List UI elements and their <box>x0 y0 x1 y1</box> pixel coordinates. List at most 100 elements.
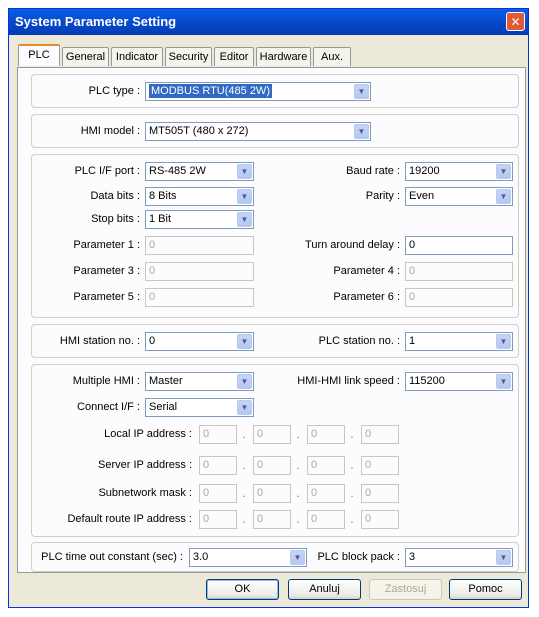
chevron-down-icon[interactable]: ▼ <box>237 374 252 389</box>
ip-dot: . <box>242 513 246 526</box>
subnet-octet-4[interactable]: 0 <box>361 484 399 503</box>
system-parameter-window: System Parameter Setting ✕ PLC General I… <box>8 8 529 608</box>
block-pack-label: PLC block pack : <box>317 551 400 563</box>
hmi-model-value: MT505T (480 x 272) <box>149 125 249 137</box>
chevron-down-icon[interactable]: ▼ <box>496 164 511 179</box>
ip-dot: . <box>242 459 246 472</box>
block-pack-select[interactable]: 3 ▼ <box>405 548 513 567</box>
baud-rate-select[interactable]: 19200 ▼ <box>405 162 513 181</box>
parameter1-input[interactable]: 0 <box>145 236 254 255</box>
stop-bits-label: Stop bits : <box>91 213 140 225</box>
subnet-octet-2[interactable]: 0 <box>253 484 291 503</box>
ip-dot: . <box>296 487 300 500</box>
connect-if-label: Connect I/F : <box>77 401 140 413</box>
local-ip-octet-2[interactable]: 0 <box>253 425 291 444</box>
plc-if-port-select[interactable]: RS-485 2W ▼ <box>145 162 254 181</box>
chevron-down-icon[interactable]: ▼ <box>496 550 511 565</box>
help-button[interactable]: Pomoc <box>449 579 522 600</box>
hmi-station-select[interactable]: 0 ▼ <box>145 332 254 351</box>
local-ip-octet-4[interactable]: 0 <box>361 425 399 444</box>
parameter4-input[interactable]: 0 <box>405 262 513 281</box>
parameter1-label: Parameter 1 : <box>73 239 140 251</box>
plc-type-select[interactable]: MODBUS RTU(485 2W) ▼ <box>145 82 371 101</box>
connect-if-value: Serial <box>149 401 178 413</box>
plc-if-port-label: PLC I/F port : <box>74 165 140 177</box>
data-bits-label: Data bits : <box>90 190 140 202</box>
subnet-octet-1[interactable]: 0 <box>199 484 237 503</box>
chevron-down-icon[interactable]: ▼ <box>237 400 252 415</box>
baud-rate-value: 19200 <box>409 165 440 177</box>
chevron-down-icon[interactable]: ▼ <box>290 550 305 565</box>
chevron-down-icon[interactable]: ▼ <box>237 189 252 204</box>
route-ip-octet-4[interactable]: 0 <box>361 510 399 529</box>
timeout-value: 3.0 <box>193 551 209 563</box>
link-speed-label: HMI-HMI link speed : <box>297 375 400 387</box>
tab-aux[interactable]: Aux. <box>313 47 351 66</box>
apply-button[interactable]: Zastosuj <box>369 579 442 600</box>
server-ip-octet-1[interactable]: 0 <box>199 456 237 475</box>
route-ip-octet-2[interactable]: 0 <box>253 510 291 529</box>
timeout-group: PLC time out constant (sec) : 3.0 ▼ PLC … <box>31 542 519 572</box>
ip-dot: . <box>242 487 246 500</box>
link-speed-select[interactable]: 115200 ▼ <box>405 372 513 391</box>
multiple-hmi-value: Master <box>149 375 183 387</box>
subnet-label: Subnetwork mask : <box>98 487 192 499</box>
chevron-down-icon[interactable]: ▼ <box>354 84 369 99</box>
chevron-down-icon[interactable]: ▼ <box>237 334 252 349</box>
tab-hardware[interactable]: Hardware <box>256 47 311 66</box>
parameter5-input[interactable]: 0 <box>145 288 254 307</box>
cancel-button[interactable]: Anuluj <box>288 579 361 600</box>
route-ip-octet-3[interactable]: 0 <box>307 510 345 529</box>
chevron-down-icon[interactable]: ▼ <box>496 334 511 349</box>
plc-type-group: PLC type : MODBUS RTU(485 2W) ▼ <box>31 74 519 108</box>
hmi-model-group: HMI model : MT505T (480 x 272) ▼ <box>31 114 519 148</box>
parity-value: Even <box>409 190 435 202</box>
tab-plc[interactable]: PLC <box>18 44 60 66</box>
chevron-down-icon[interactable]: ▼ <box>496 189 511 204</box>
ip-dot: . <box>350 428 354 441</box>
data-bits-select[interactable]: 8 Bits ▼ <box>145 187 254 206</box>
station-group: HMI station no. : 0 ▼ PLC station no. : … <box>31 324 519 358</box>
route-ip-octet-1[interactable]: 0 <box>199 510 237 529</box>
timeout-select[interactable]: 3.0 ▼ <box>189 548 307 567</box>
turn-around-delay-input[interactable]: 0 <box>405 236 513 255</box>
turn-around-delay-label: Turn around delay : <box>305 239 400 251</box>
parameter6-label: Parameter 6 : <box>333 291 400 303</box>
close-icon[interactable]: ✕ <box>506 12 525 31</box>
stop-bits-select[interactable]: 1 Bit ▼ <box>145 210 254 229</box>
chevron-down-icon[interactable]: ▼ <box>354 124 369 139</box>
local-ip-octet-3[interactable]: 0 <box>307 425 345 444</box>
tab-editor[interactable]: Editor <box>214 47 254 66</box>
local-ip-octet-1[interactable]: 0 <box>199 425 237 444</box>
server-ip-octet-3[interactable]: 0 <box>307 456 345 475</box>
multiple-hmi-select[interactable]: Master ▼ <box>145 372 254 391</box>
parameter6-input[interactable]: 0 <box>405 288 513 307</box>
server-ip-octet-4[interactable]: 0 <box>361 456 399 475</box>
ip-dot: . <box>350 487 354 500</box>
title-bar[interactable]: System Parameter Setting ✕ <box>9 9 528 35</box>
tab-security[interactable]: Security <box>165 47 212 66</box>
subnet-octet-3[interactable]: 0 <box>307 484 345 503</box>
baud-rate-label: Baud rate : <box>346 165 400 177</box>
ok-button[interactable]: OK <box>206 579 279 600</box>
parameter4-label: Parameter 4 : <box>333 265 400 277</box>
communication-group: PLC I/F port : RS-485 2W ▼ Baud rate : 1… <box>31 154 519 318</box>
tab-indicator[interactable]: Indicator <box>111 47 163 66</box>
chevron-down-icon[interactable]: ▼ <box>496 374 511 389</box>
tab-general[interactable]: General <box>62 47 109 66</box>
local-ip-label: Local IP address : <box>104 428 192 440</box>
connect-if-select[interactable]: Serial ▼ <box>145 398 254 417</box>
ip-dot: . <box>296 513 300 526</box>
multiple-hmi-group: Multiple HMI : Master ▼ HMI-HMI link spe… <box>31 364 519 537</box>
server-ip-octet-2[interactable]: 0 <box>253 456 291 475</box>
parity-select[interactable]: Even ▼ <box>405 187 513 206</box>
chevron-down-icon[interactable]: ▼ <box>237 164 252 179</box>
hmi-model-select[interactable]: MT505T (480 x 272) ▼ <box>145 122 371 141</box>
plc-tab-panel: PLC type : MODBUS RTU(485 2W) ▼ HMI mode… <box>17 67 526 573</box>
parameter3-input[interactable]: 0 <box>145 262 254 281</box>
data-bits-value: 8 Bits <box>149 190 177 202</box>
server-ip-label: Server IP address : <box>98 459 192 471</box>
hmi-station-value: 0 <box>149 335 156 347</box>
plc-station-select[interactable]: 1 ▼ <box>405 332 513 351</box>
chevron-down-icon[interactable]: ▼ <box>237 212 252 227</box>
